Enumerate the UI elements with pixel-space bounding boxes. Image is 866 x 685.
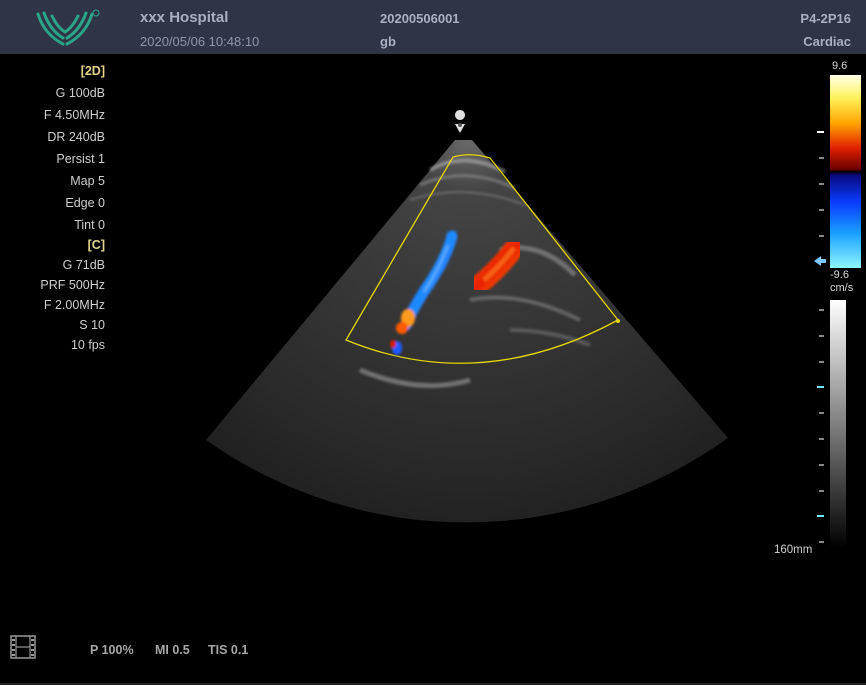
param-color-gain: G 71dB — [62, 258, 105, 272]
acoustic-power: P 100% — [90, 643, 134, 657]
params-2d-title: [2D] — [80, 64, 105, 78]
scale-tick — [819, 157, 824, 159]
depth-tick — [819, 541, 824, 543]
film-strip-icon[interactable] — [10, 634, 36, 660]
scan-sector — [206, 140, 728, 523]
depth-tick — [819, 309, 824, 311]
scale-tick — [819, 235, 824, 237]
ultrasound-image[interactable] — [0, 0, 866, 685]
param-color-frequency: F 2.00MHz — [43, 298, 105, 312]
colorbar-unit: cm/s — [830, 282, 854, 294]
param-frequency: F 4.50MHz — [43, 108, 105, 122]
param-edge: Edge 0 — [65, 196, 105, 210]
param-persist: Persist 1 — [56, 152, 105, 166]
param-prf: PRF 500Hz — [40, 278, 105, 292]
focus-tick — [817, 386, 824, 388]
colorbar-min: -9.6 — [830, 269, 849, 281]
depth-tick — [819, 490, 824, 492]
param-dynamic-range: DR 240dB — [47, 130, 105, 144]
scale-tick — [819, 183, 824, 185]
gray-scale-bar — [830, 300, 846, 548]
depth-tick — [819, 335, 824, 337]
thermal-index: TIS 0.1 — [208, 643, 249, 657]
params-color-title: [C] — [87, 238, 105, 252]
arrow-left-icon[interactable] — [813, 254, 827, 268]
colorbar-max: 9.6 — [832, 60, 848, 72]
param-smoothing: S 10 — [79, 318, 105, 332]
depth-tick — [819, 412, 824, 414]
scale-tick — [819, 209, 824, 211]
location-pin-icon — [455, 110, 466, 133]
param-tint: Tint 0 — [74, 218, 105, 232]
params-2d: [2D] G 100dB F 4.50MHz DR 240dB Persist … — [0, 62, 105, 238]
params-color: [C] G 71dB PRF 500Hz F 2.00MHz S 10 10 f… — [0, 236, 105, 356]
color-velocity-bar — [830, 75, 861, 268]
param-frame-rate: 10 fps — [70, 338, 105, 352]
mechanical-index: MI 0.5 — [155, 643, 190, 657]
focus-tick — [817, 515, 824, 517]
depth-tick — [819, 464, 824, 466]
scale-tick — [817, 131, 824, 133]
param-map: Map 5 — [70, 174, 105, 188]
depth-tick — [819, 438, 824, 440]
depth-label: 160mm — [774, 544, 813, 556]
depth-tick — [819, 361, 824, 363]
param-gain: G 100dB — [55, 86, 105, 100]
